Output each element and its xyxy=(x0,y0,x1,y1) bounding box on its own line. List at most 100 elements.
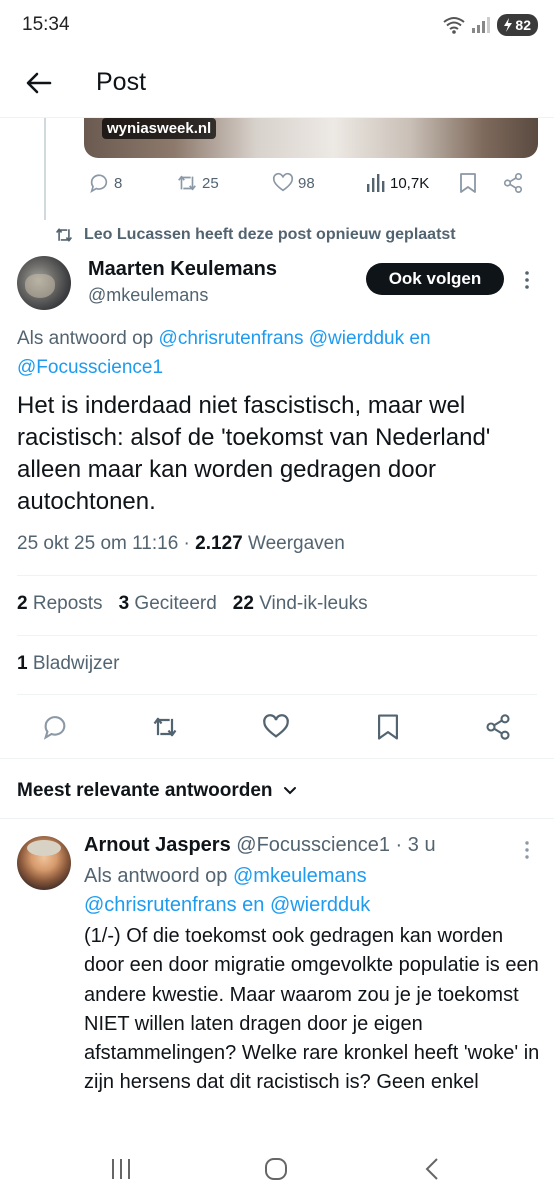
divider xyxy=(17,635,537,636)
views-count: 2.127 xyxy=(195,533,243,554)
like-button[interactable] xyxy=(262,713,292,743)
divider xyxy=(17,694,537,695)
more-vertical-icon xyxy=(525,841,529,859)
reply-avatar[interactable] xyxy=(17,836,71,890)
prev-reply-button[interactable]: 8 xyxy=(88,172,122,194)
likes-stat[interactable]: 22 Vind-ik-leuks xyxy=(233,593,368,615)
post-date: 25 okt 25 om 11:16 · xyxy=(17,533,196,554)
mention-link[interactable]: @chrisrutenfrans xyxy=(159,328,304,349)
views-label: Weergaven xyxy=(242,533,345,554)
prev-share-button[interactable] xyxy=(502,172,524,194)
share-icon xyxy=(503,173,523,193)
thread-line xyxy=(44,118,46,220)
post-meta: 25 okt 25 om 11:16 · 2.127 Weergaven xyxy=(17,533,345,555)
reply-time: · 3 u xyxy=(389,834,436,856)
replies-sort-dropdown[interactable]: Meest relevante antwoorden xyxy=(17,780,297,802)
prev-repost-button[interactable]: 25 xyxy=(176,172,219,194)
home-icon xyxy=(265,1158,287,1180)
likes-label: Vind-ik-leuks xyxy=(259,593,368,614)
prev-reply-count: 8 xyxy=(114,174,123,192)
engagement-stats: 2 Reposts 3 Geciteerd 22 Vind-ik-leuks xyxy=(17,593,368,615)
bookmarks-count: 1 xyxy=(17,653,28,674)
prev-bookmark-button[interactable] xyxy=(458,172,478,194)
repost-icon xyxy=(153,717,177,737)
battery-level: 82 xyxy=(515,17,531,33)
status-icons: 82 xyxy=(443,14,538,36)
repost-icon xyxy=(178,175,196,191)
follow-button[interactable]: Ook volgen xyxy=(366,263,504,295)
chevron-left-icon xyxy=(425,1158,438,1180)
reply-reply-to-line: Als antwoord op @mkeulemans @chrisrutenfr… xyxy=(84,862,524,920)
reply-to-and: en xyxy=(236,894,270,916)
share-icon xyxy=(486,714,510,740)
prev-like-count: 98 xyxy=(298,174,315,192)
comment-icon xyxy=(90,174,108,194)
recent-apps-button[interactable] xyxy=(106,1154,136,1184)
quotes-count: 3 xyxy=(118,593,130,614)
mention-link[interactable]: @Focusscience1 xyxy=(17,357,163,378)
reply-to-and: en xyxy=(404,328,431,349)
quotes-label: Geciteerd xyxy=(134,593,217,614)
reply-button[interactable] xyxy=(41,713,71,743)
mention-link[interactable]: @wierdduk xyxy=(270,894,370,916)
views-icon xyxy=(367,174,385,192)
quotes-stat[interactable]: 3 Geciteerd xyxy=(119,593,217,615)
prev-views-button[interactable]: 10,7K xyxy=(366,172,429,194)
reposts-label: Reposts xyxy=(32,593,103,614)
reply-to-prefix: Als antwoord op xyxy=(84,865,233,887)
system-back-button[interactable] xyxy=(418,1154,448,1184)
bookmarks-label: Bladwijzer xyxy=(32,653,120,674)
repost-button[interactable] xyxy=(151,713,181,743)
sort-label: Meest relevante antwoorden xyxy=(17,780,273,801)
prev-like-button[interactable]: 98 xyxy=(272,172,315,194)
author-handle[interactable]: @mkeulemans xyxy=(88,285,208,306)
post-text: Het is inderdaad niet fascistisch, maar … xyxy=(17,392,491,515)
heart-icon xyxy=(272,172,294,192)
avatar[interactable] xyxy=(17,256,71,310)
system-nav-bar xyxy=(0,1134,554,1200)
page-title: Post xyxy=(96,68,147,96)
post-actions xyxy=(0,713,554,743)
more-vertical-icon xyxy=(525,271,529,289)
reposts-stat[interactable]: 2 Reposts xyxy=(17,593,103,615)
reply-author-name[interactable]: Arnout Jaspers xyxy=(84,834,231,856)
divider xyxy=(0,758,554,759)
media-domain-label: wyniasweek.nl xyxy=(102,118,217,139)
arrow-left-icon xyxy=(26,72,52,94)
home-button[interactable] xyxy=(261,1154,291,1184)
charging-icon xyxy=(504,18,513,32)
repost-icon xyxy=(55,228,73,242)
repost-note[interactable]: Leo Lucassen heeft deze post opnieuw gep… xyxy=(54,226,456,244)
prev-repost-count: 25 xyxy=(202,174,219,192)
mention-link[interactable]: @wierdduk xyxy=(309,328,404,349)
reply-to-line: Als antwoord op @chrisrutenfrans @wierdd… xyxy=(17,324,537,382)
mention-link[interactable]: @mkeulemans xyxy=(233,865,367,887)
share-button[interactable] xyxy=(484,713,514,743)
status-time: 15:34 xyxy=(22,14,70,35)
back-button[interactable] xyxy=(24,68,54,98)
comment-icon xyxy=(43,716,66,740)
bookmarks-stat[interactable]: 1 Bladwijzer xyxy=(17,653,119,675)
heart-icon xyxy=(263,714,289,738)
wifi-icon xyxy=(443,17,466,34)
divider xyxy=(17,575,537,576)
bookmark-button[interactable] xyxy=(374,713,404,743)
reply-more-options-button[interactable] xyxy=(520,838,534,862)
divider xyxy=(0,818,554,819)
reply-author-handle[interactable]: @Focusscience1 xyxy=(236,834,390,856)
recent-apps-icon xyxy=(112,1159,130,1179)
reply-text: (1/-) Of die toekomst ook gedragen kan w… xyxy=(84,925,540,1094)
chevron-down-icon xyxy=(283,787,296,795)
reply-to-prefix: Als antwoord op xyxy=(17,328,159,349)
repost-note-text: Leo Lucassen heeft deze post opnieuw gep… xyxy=(84,226,456,243)
prev-views-count: 10,7K xyxy=(390,174,430,192)
previous-post-actions: 8 25 98 10,7K xyxy=(84,172,538,198)
author-name[interactable]: Maarten Keulemans xyxy=(88,258,277,281)
bookmark-icon xyxy=(460,173,476,193)
likes-count: 22 xyxy=(232,593,254,614)
reposts-count: 2 xyxy=(17,593,28,614)
more-options-button[interactable] xyxy=(520,268,534,292)
bookmark-icon xyxy=(378,714,398,740)
signal-icon xyxy=(472,17,491,33)
mention-link[interactable]: @chrisrutenfrans xyxy=(84,894,237,916)
